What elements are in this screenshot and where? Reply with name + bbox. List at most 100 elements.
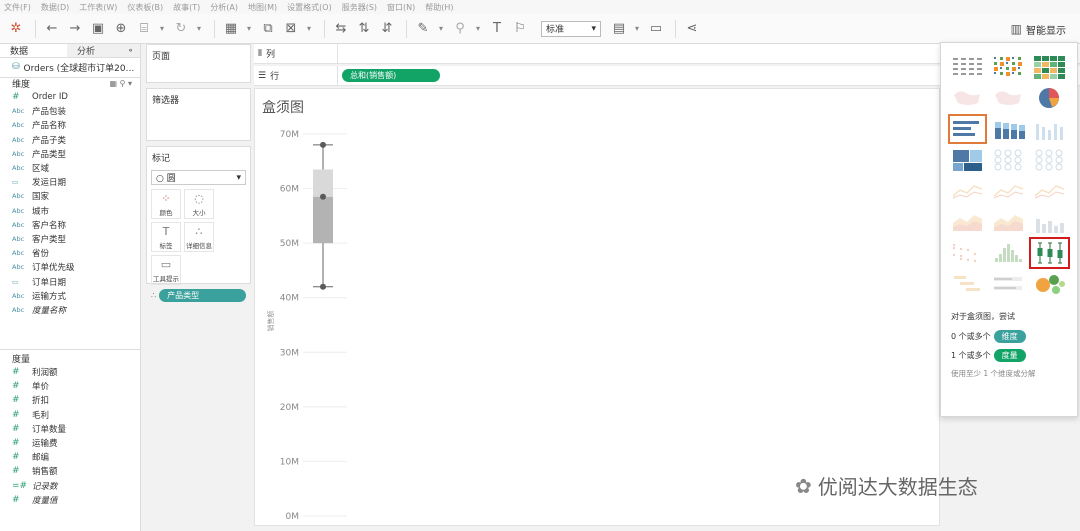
field-item[interactable]: Abc 客户类型 xyxy=(0,232,140,246)
scatter-plot-thumb[interactable] xyxy=(949,239,986,267)
menu-item[interactable]: 地图(M) xyxy=(248,2,277,13)
pages-card[interactable]: 页面 xyxy=(146,44,251,83)
treemap-thumb[interactable] xyxy=(949,146,986,174)
group-icon[interactable]: ⚲ xyxy=(450,19,470,39)
presentation-mode-icon[interactable]: ▭ xyxy=(646,19,666,39)
symbol-map-thumb[interactable] xyxy=(949,84,986,112)
field-item[interactable]: # Order ID xyxy=(0,90,140,104)
field-item[interactable]: # 订单数量 xyxy=(0,422,141,436)
menu-item[interactable]: 窗口(N) xyxy=(387,2,415,13)
dual-combination-thumb[interactable] xyxy=(1031,208,1068,236)
label-button[interactable]: T 标签 xyxy=(151,222,181,252)
field-item[interactable]: # 利润额 xyxy=(0,365,141,379)
pin-icon[interactable]: ⚐ xyxy=(510,19,530,39)
field-item[interactable]: Abc 度量名称 xyxy=(0,303,140,317)
area-continuous-thumb[interactable] xyxy=(949,208,986,236)
chevron-down-icon[interactable]: ▾ xyxy=(244,19,254,39)
chevron-down-icon[interactable]: ▾ xyxy=(128,79,132,88)
datasource-item[interactable]: ⛁ Orders (全球超市订单20... xyxy=(0,58,140,76)
filters-card[interactable]: 筛选器 xyxy=(146,88,251,141)
menu-item[interactable]: 帮助(H) xyxy=(425,2,453,13)
chevron-down-icon[interactable]: ▾ xyxy=(632,19,642,39)
bullet-graph-thumb[interactable] xyxy=(990,270,1027,298)
view-grid-icon[interactable]: ▦ xyxy=(109,79,117,88)
viz-area[interactable]: 盒须图 0M 10M 20M 30M 40M 50M 60M 70M 销售额 xyxy=(254,88,940,526)
field-item[interactable]: # 运输费 xyxy=(0,436,141,450)
show-labels-icon[interactable]: T xyxy=(487,19,507,39)
chevron-down-icon[interactable]: ▾ xyxy=(157,19,167,39)
new-worksheet-icon[interactable]: ▦ xyxy=(221,19,241,39)
horizontal-bar-thumb[interactable] xyxy=(948,114,987,144)
chevron-down-icon[interactable]: ▾ xyxy=(194,19,204,39)
field-item[interactable]: ▭ 发运日期 xyxy=(0,175,140,189)
show-me-button[interactable]: ▥ 智能显示 xyxy=(1005,19,1072,39)
field-item[interactable]: # 单价 xyxy=(0,379,141,393)
gantt-thumb[interactable] xyxy=(949,270,986,298)
menu-item[interactable]: 文件(F) xyxy=(4,2,31,13)
highlight-table-thumb[interactable] xyxy=(1031,53,1068,81)
menu-item[interactable]: 数据(D) xyxy=(41,2,69,13)
color-button[interactable]: ⁘ 颜色 xyxy=(151,189,181,219)
field-item[interactable]: Abc 区域 xyxy=(0,161,140,175)
duplicate-sheet-icon[interactable]: ⧉ xyxy=(258,19,278,39)
search-icon[interactable]: ⚲ xyxy=(120,79,126,88)
field-item[interactable]: Abc 国家 xyxy=(0,189,140,203)
datasource-icon[interactable]: ⌸ xyxy=(134,19,154,39)
stacked-bar-thumb[interactable] xyxy=(990,115,1027,143)
menu-item[interactable]: 工作表(W) xyxy=(79,2,117,13)
field-item[interactable]: Abc 省份 xyxy=(0,246,140,260)
field-item[interactable]: Abc 产品名称 xyxy=(0,118,140,132)
field-item[interactable]: Abc 客户名称 xyxy=(0,218,140,232)
fit-select[interactable]: 标准 ▾ xyxy=(541,20,601,37)
chevron-down-icon[interactable]: ▾ xyxy=(436,19,446,39)
sort-descending-icon[interactable]: ⇵ xyxy=(377,19,397,39)
sort-ascending-icon[interactable]: ⇅ xyxy=(354,19,374,39)
box-whisker-thumb[interactable] xyxy=(1029,237,1070,269)
rows-pill[interactable]: 总和(销售额) xyxy=(342,69,440,82)
save-icon[interactable]: ▣ xyxy=(88,19,108,39)
field-item[interactable]: Abc 运输方式 xyxy=(0,289,140,303)
packed-bubbles-thumb[interactable] xyxy=(1031,270,1068,298)
size-button[interactable]: ◌ 大小 xyxy=(184,189,214,219)
pie-chart-thumb[interactable] xyxy=(1031,84,1068,112)
histogram-thumb[interactable] xyxy=(990,239,1027,267)
field-item[interactable]: Abc 产品包装 xyxy=(0,104,140,118)
heat-map-thumb[interactable] xyxy=(990,53,1027,81)
mark-type-select[interactable]: ○ 圆 ▾ xyxy=(151,170,246,185)
side-by-side-bar-thumb[interactable] xyxy=(1031,115,1068,143)
tableau-logo-icon[interactable]: ✲ xyxy=(6,19,26,39)
field-item[interactable]: # 毛利 xyxy=(0,408,141,422)
field-item[interactable]: Abc 城市 xyxy=(0,204,140,218)
redo-icon[interactable]: → xyxy=(65,19,85,39)
new-datasource-icon[interactable]: ⊕ xyxy=(111,19,131,39)
field-item[interactable]: Abc 产品类型 xyxy=(0,147,140,161)
filled-map-thumb[interactable] xyxy=(990,84,1027,112)
field-item[interactable]: Abc 产品子类 xyxy=(0,133,140,147)
field-item[interactable]: # 销售额 xyxy=(0,464,141,478)
line-continuous-thumb[interactable] xyxy=(949,177,986,205)
field-item[interactable]: # 度量值 xyxy=(0,493,141,507)
undo-icon[interactable]: ← xyxy=(42,19,62,39)
line-discrete-thumb[interactable] xyxy=(990,177,1027,205)
text-table-thumb[interactable] xyxy=(949,53,986,81)
highlight-icon[interactable]: ✎ xyxy=(413,19,433,39)
area-discrete-thumb[interactable] xyxy=(990,208,1027,236)
dual-line-thumb[interactable] xyxy=(1031,177,1068,205)
menu-item[interactable]: 设置格式(O) xyxy=(287,2,332,13)
menu-item[interactable]: 故事(T) xyxy=(173,2,200,13)
field-item[interactable]: # 邮编 xyxy=(0,450,141,464)
clear-sheet-icon[interactable]: ⊠ xyxy=(281,19,301,39)
show-cards-icon[interactable]: ▤ xyxy=(609,19,629,39)
refresh-icon[interactable]: ↻ xyxy=(171,19,191,39)
detail-button[interactable]: ∴ 详细信息 xyxy=(184,222,214,252)
share-icon[interactable]: ⋖ xyxy=(682,19,702,39)
menu-item[interactable]: 分析(A) xyxy=(210,2,238,13)
field-item[interactable]: # 折扣 xyxy=(0,393,141,407)
field-item[interactable]: =# 记录数 xyxy=(0,479,141,493)
side-by-side-circle-thumb[interactable] xyxy=(1031,146,1068,174)
menu-item[interactable]: 服务器(S) xyxy=(342,2,377,13)
tab-analysis[interactable]: 分析 ⚬ xyxy=(67,44,140,57)
circle-view-thumb[interactable] xyxy=(990,146,1027,174)
chevron-down-icon[interactable]: ▾ xyxy=(304,19,314,39)
menu-item[interactable]: 仪表板(B) xyxy=(127,2,163,13)
